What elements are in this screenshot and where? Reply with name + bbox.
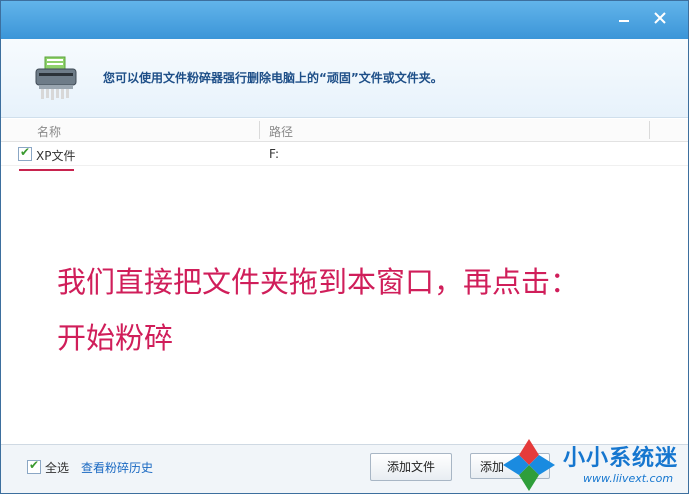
annotation-line-1: 我们直接把文件夹拖到本窗口，再点击： <box>57 265 580 299</box>
view-history-link[interactable]: 查看粉碎历史 <box>81 459 153 476</box>
header-panel: 您可以使用文件粉碎器强行删除电脑上的“顽固”文件或文件夹。 <box>1 39 688 118</box>
check-icon: ✔ <box>20 145 31 159</box>
column-divider[interactable] <box>649 121 650 139</box>
watermark-logo-icon <box>503 439 555 491</box>
watermark-text: 小小系统迷 <box>563 446 679 471</box>
highlight-underline <box>19 169 74 171</box>
file-row[interactable]: ✔ XP文件 F: <box>1 143 688 166</box>
add-file-button[interactable]: 添加文件 <box>370 453 452 481</box>
select-all-label[interactable]: 全选 <box>45 459 69 476</box>
file-list-header: 名称 路径 <box>1 119 688 142</box>
row-checkbox[interactable]: ✔ <box>18 145 32 161</box>
title-bar[interactable] <box>1 1 688 39</box>
select-all-checkbox[interactable]: ✔ <box>27 458 41 474</box>
site-watermark: 小小系统迷 www.liivext.com <box>499 433 688 493</box>
instruction-annotation: 我们直接把文件夹拖到本窗口，再点击： 开始粉碎 <box>57 254 657 366</box>
check-icon: ✔ <box>29 458 40 472</box>
column-name-header[interactable]: 名称 <box>37 123 61 140</box>
watermark-url: www.liivext.com <box>583 472 674 485</box>
shredder-window: 您可以使用文件粉碎器强行删除电脑上的“顽固”文件或文件夹。 名称 路径 ✔ XP… <box>0 0 689 494</box>
header-description: 您可以使用文件粉碎器强行删除电脑上的“顽固”文件或文件夹。 <box>103 71 443 85</box>
shredder-icon <box>33 55 79 101</box>
minimize-icon[interactable] <box>613 7 635 29</box>
row-file-path: F: <box>269 147 280 161</box>
annotation-line-2: 开始粉碎 <box>57 321 174 355</box>
close-icon[interactable] <box>649 7 671 29</box>
column-path-header[interactable]: 路径 <box>269 123 293 140</box>
row-file-name: XP文件 <box>36 149 76 163</box>
column-divider[interactable] <box>259 121 260 139</box>
